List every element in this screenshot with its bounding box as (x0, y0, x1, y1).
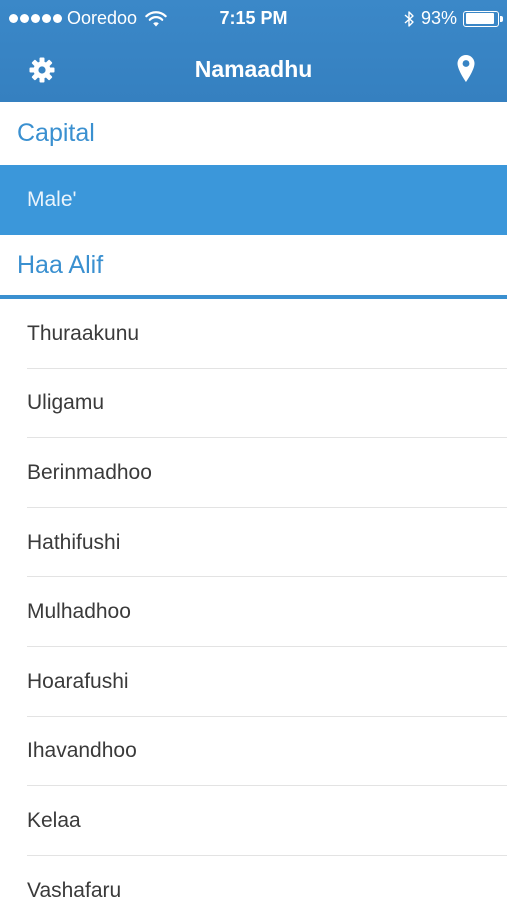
page-title: Namaadhu (194, 56, 313, 82)
section-header-haa-alif: Haa Alif (0, 235, 507, 299)
list-item[interactable]: Uligamu (0, 368, 507, 439)
battery-icon (463, 10, 503, 27)
list-item[interactable]: Kelaa (0, 786, 507, 856)
list-item[interactable]: Thuraakunu (0, 299, 507, 369)
list-item[interactable]: Hathifushi (0, 507, 507, 578)
island-list: Capital Male' Haa Alif Thuraakunu Uligam… (0, 102, 507, 900)
status-bar: Ooredoo 7:15 PM 93% (0, 0, 507, 36)
navigation-bar: Namaadhu (0, 36, 507, 102)
list-item[interactable]: Vashafaru (0, 855, 507, 900)
battery-percent: 93% (420, 8, 457, 28)
list-item[interactable]: Berinmadhoo (0, 438, 507, 508)
list-item[interactable]: Hoarafushi (0, 646, 507, 717)
bluetooth-icon (404, 10, 414, 27)
battery-fill (465, 13, 495, 24)
status-right: 93% (403, 8, 503, 29)
list-item[interactable]: Mulhadhoo (0, 577, 507, 647)
list-item-selected[interactable]: Male' (0, 165, 507, 235)
section-header-capital: Capital (0, 102, 507, 165)
list-item[interactable]: Ihavandhoo (0, 716, 507, 787)
location-pin-icon[interactable] (456, 54, 476, 84)
top-bar: Ooredoo 7:15 PM 93% Namaadhu (0, 0, 507, 102)
